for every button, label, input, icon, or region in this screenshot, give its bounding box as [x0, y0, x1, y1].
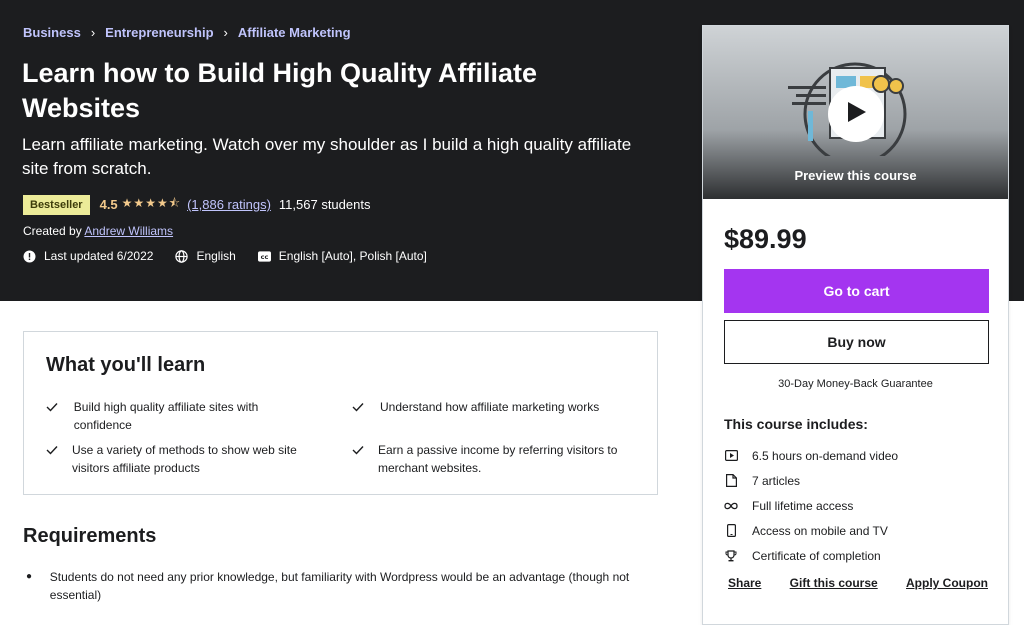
language-text: English — [196, 249, 236, 263]
learn-item: Understand how affiliate marketing works — [352, 398, 642, 417]
include-text: Full lifetime access — [752, 498, 854, 513]
breadcrumb-affiliate-marketing[interactable]: Affiliate Marketing — [238, 25, 351, 40]
requirements-list: ● Students do not need any prior knowled… — [23, 568, 653, 604]
share-link[interactable]: Share — [728, 576, 761, 590]
bullet-icon: ● — [26, 571, 33, 582]
include-item-certificate: Certificate of completion — [724, 543, 898, 568]
course-meta: Last updated 6/2022 English cc English [… — [23, 249, 449, 263]
course-price: $89.99 — [724, 224, 807, 254]
play-button[interactable] — [828, 86, 884, 142]
learn-item: Use a variety of methods to show web sit… — [46, 441, 316, 477]
closed-captions-icon: cc — [257, 250, 271, 263]
include-item-lifetime: Full lifetime access — [724, 493, 898, 518]
students-count: 11,567 students — [278, 197, 371, 212]
mobile-icon — [724, 524, 738, 538]
last-updated: Last updated 6/2022 — [23, 249, 153, 263]
include-text: Access on mobile and TV — [752, 523, 888, 538]
infinity-icon — [724, 499, 738, 513]
captions: cc English [Auto], Polish [Auto] — [257, 249, 427, 263]
course-subtitle: Learn affiliate marketing. Watch over my… — [22, 135, 632, 178]
purchase-card: Preview this course $89.99 Go to cart Bu… — [702, 25, 1009, 625]
chevron-right-icon: › — [223, 25, 228, 40]
learn-item-text: Use a variety of methods to show web sit… — [72, 443, 297, 475]
include-text: 7 articles — [752, 473, 801, 488]
ratings-count-link[interactable]: (1,886 ratings) — [187, 197, 271, 212]
includes-title: This course includes: — [724, 416, 868, 432]
include-item-video: 6.5 hours on-demand video — [724, 443, 898, 468]
author-link[interactable]: Andrew Williams — [84, 224, 173, 238]
created-by: Created by Andrew Williams — [23, 224, 173, 238]
learn-title: What you'll learn — [46, 354, 206, 376]
includes-list: 6.5 hours on-demand video 7 articles Ful… — [724, 443, 898, 568]
rating-row: Bestseller 4.5 ★★★★⯪ (1,886 ratings) 11,… — [23, 194, 370, 215]
globe-icon — [175, 249, 189, 263]
buy-now-button[interactable]: Buy now — [724, 320, 989, 364]
requirement-item: ● Students do not need any prior knowled… — [23, 568, 653, 604]
include-text: Certificate of completion — [752, 548, 881, 563]
trophy-icon — [724, 549, 738, 563]
what-you-will-learn: What you'll learn Build high quality aff… — [23, 331, 658, 495]
rating-value: 4.5 — [99, 197, 118, 212]
video-icon — [724, 449, 738, 463]
last-updated-text: Last updated 6/2022 — [44, 249, 154, 263]
chevron-right-icon: › — [90, 25, 96, 40]
bestseller-badge: Bestseller — [23, 194, 90, 215]
go-to-cart-button[interactable]: Go to cart — [724, 269, 989, 313]
requirement-text: Students do not need any prior knowledge… — [49, 570, 630, 602]
check-icon — [46, 399, 60, 434]
captions-text: English [Auto], Polish [Auto] — [278, 249, 427, 263]
svg-text:cc: cc — [260, 253, 268, 261]
breadcrumb: Business › Entrepreneurship › Affiliate … — [23, 25, 351, 40]
language: English — [175, 249, 236, 263]
preview-label: Preview this course — [794, 168, 917, 183]
learn-item-text: Understand how affiliate marketing works — [380, 400, 600, 414]
learn-item-text: Build high quality affiliate sites with … — [73, 400, 259, 432]
include-item-mobile: Access on mobile and TV — [724, 518, 898, 543]
play-icon — [845, 100, 867, 129]
requirements-title: Requirements — [23, 525, 157, 547]
money-back-guarantee: 30-Day Money-Back Guarantee — [778, 378, 933, 390]
learn-item: Earn a passive income by referring visit… — [352, 441, 642, 477]
course-preview[interactable]: Preview this course — [703, 26, 1008, 199]
check-icon — [352, 442, 364, 477]
star-rating-icon: ★★★★⯪ — [121, 196, 182, 210]
created-by-label: Created by — [23, 224, 82, 238]
course-title: Learn how to Build High Quality Affiliat… — [22, 58, 538, 123]
check-icon — [352, 399, 366, 417]
gift-course-link[interactable]: Gift this course — [790, 576, 878, 590]
apply-coupon-link[interactable]: Apply Coupon — [906, 576, 988, 590]
include-item-articles: 7 articles — [724, 468, 898, 493]
check-icon — [46, 442, 58, 477]
breadcrumb-business[interactable]: Business — [23, 25, 81, 40]
learn-item-text: Earn a passive income by referring visit… — [378, 443, 618, 475]
file-icon — [724, 474, 738, 488]
breadcrumb-entrepreneurship[interactable]: Entrepreneurship — [105, 25, 213, 40]
learn-item: Build high quality affiliate sites with … — [46, 398, 316, 434]
alert-badge-icon — [23, 250, 36, 263]
include-text: 6.5 hours on-demand video — [752, 448, 899, 463]
card-actions: Share Gift this course Apply Coupon — [728, 576, 988, 590]
